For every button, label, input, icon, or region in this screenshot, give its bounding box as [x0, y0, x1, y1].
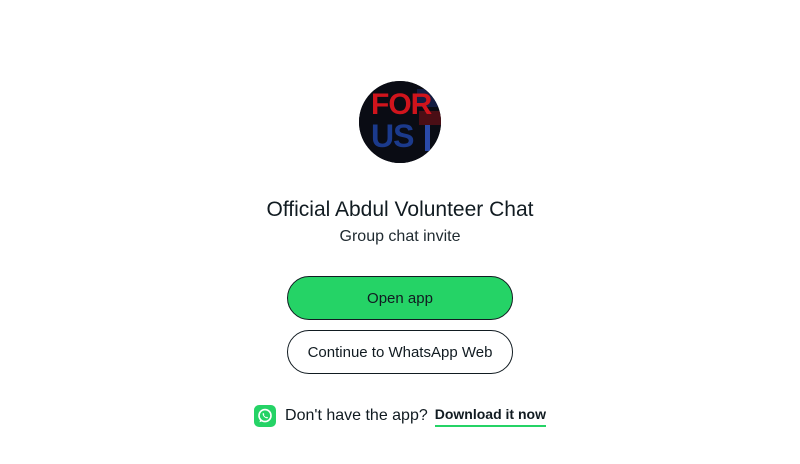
avatar-text-line1: FOR — [371, 88, 433, 121]
invite-page: FOR US Official Abdul Volunteer Chat Gro… — [0, 0, 800, 464]
group-name: Official Abdul Volunteer Chat — [266, 198, 534, 221]
group-avatar-image: FOR US — [359, 81, 441, 163]
open-app-button[interactable]: Open app — [287, 276, 513, 320]
avatar-text-line2: US — [371, 118, 414, 154]
continue-whatsapp-web-button[interactable]: Continue to WhatsApp Web — [287, 330, 513, 374]
group-avatar: FOR US — [359, 81, 441, 163]
download-prompt: Don't have the app? Download it now — [0, 402, 800, 430]
download-link[interactable]: Download it now — [434, 406, 546, 427]
whatsapp-icon — [254, 405, 277, 427]
no-app-text: Don't have the app? — [285, 407, 428, 424]
group-subtitle: Group chat invite — [339, 228, 461, 245]
